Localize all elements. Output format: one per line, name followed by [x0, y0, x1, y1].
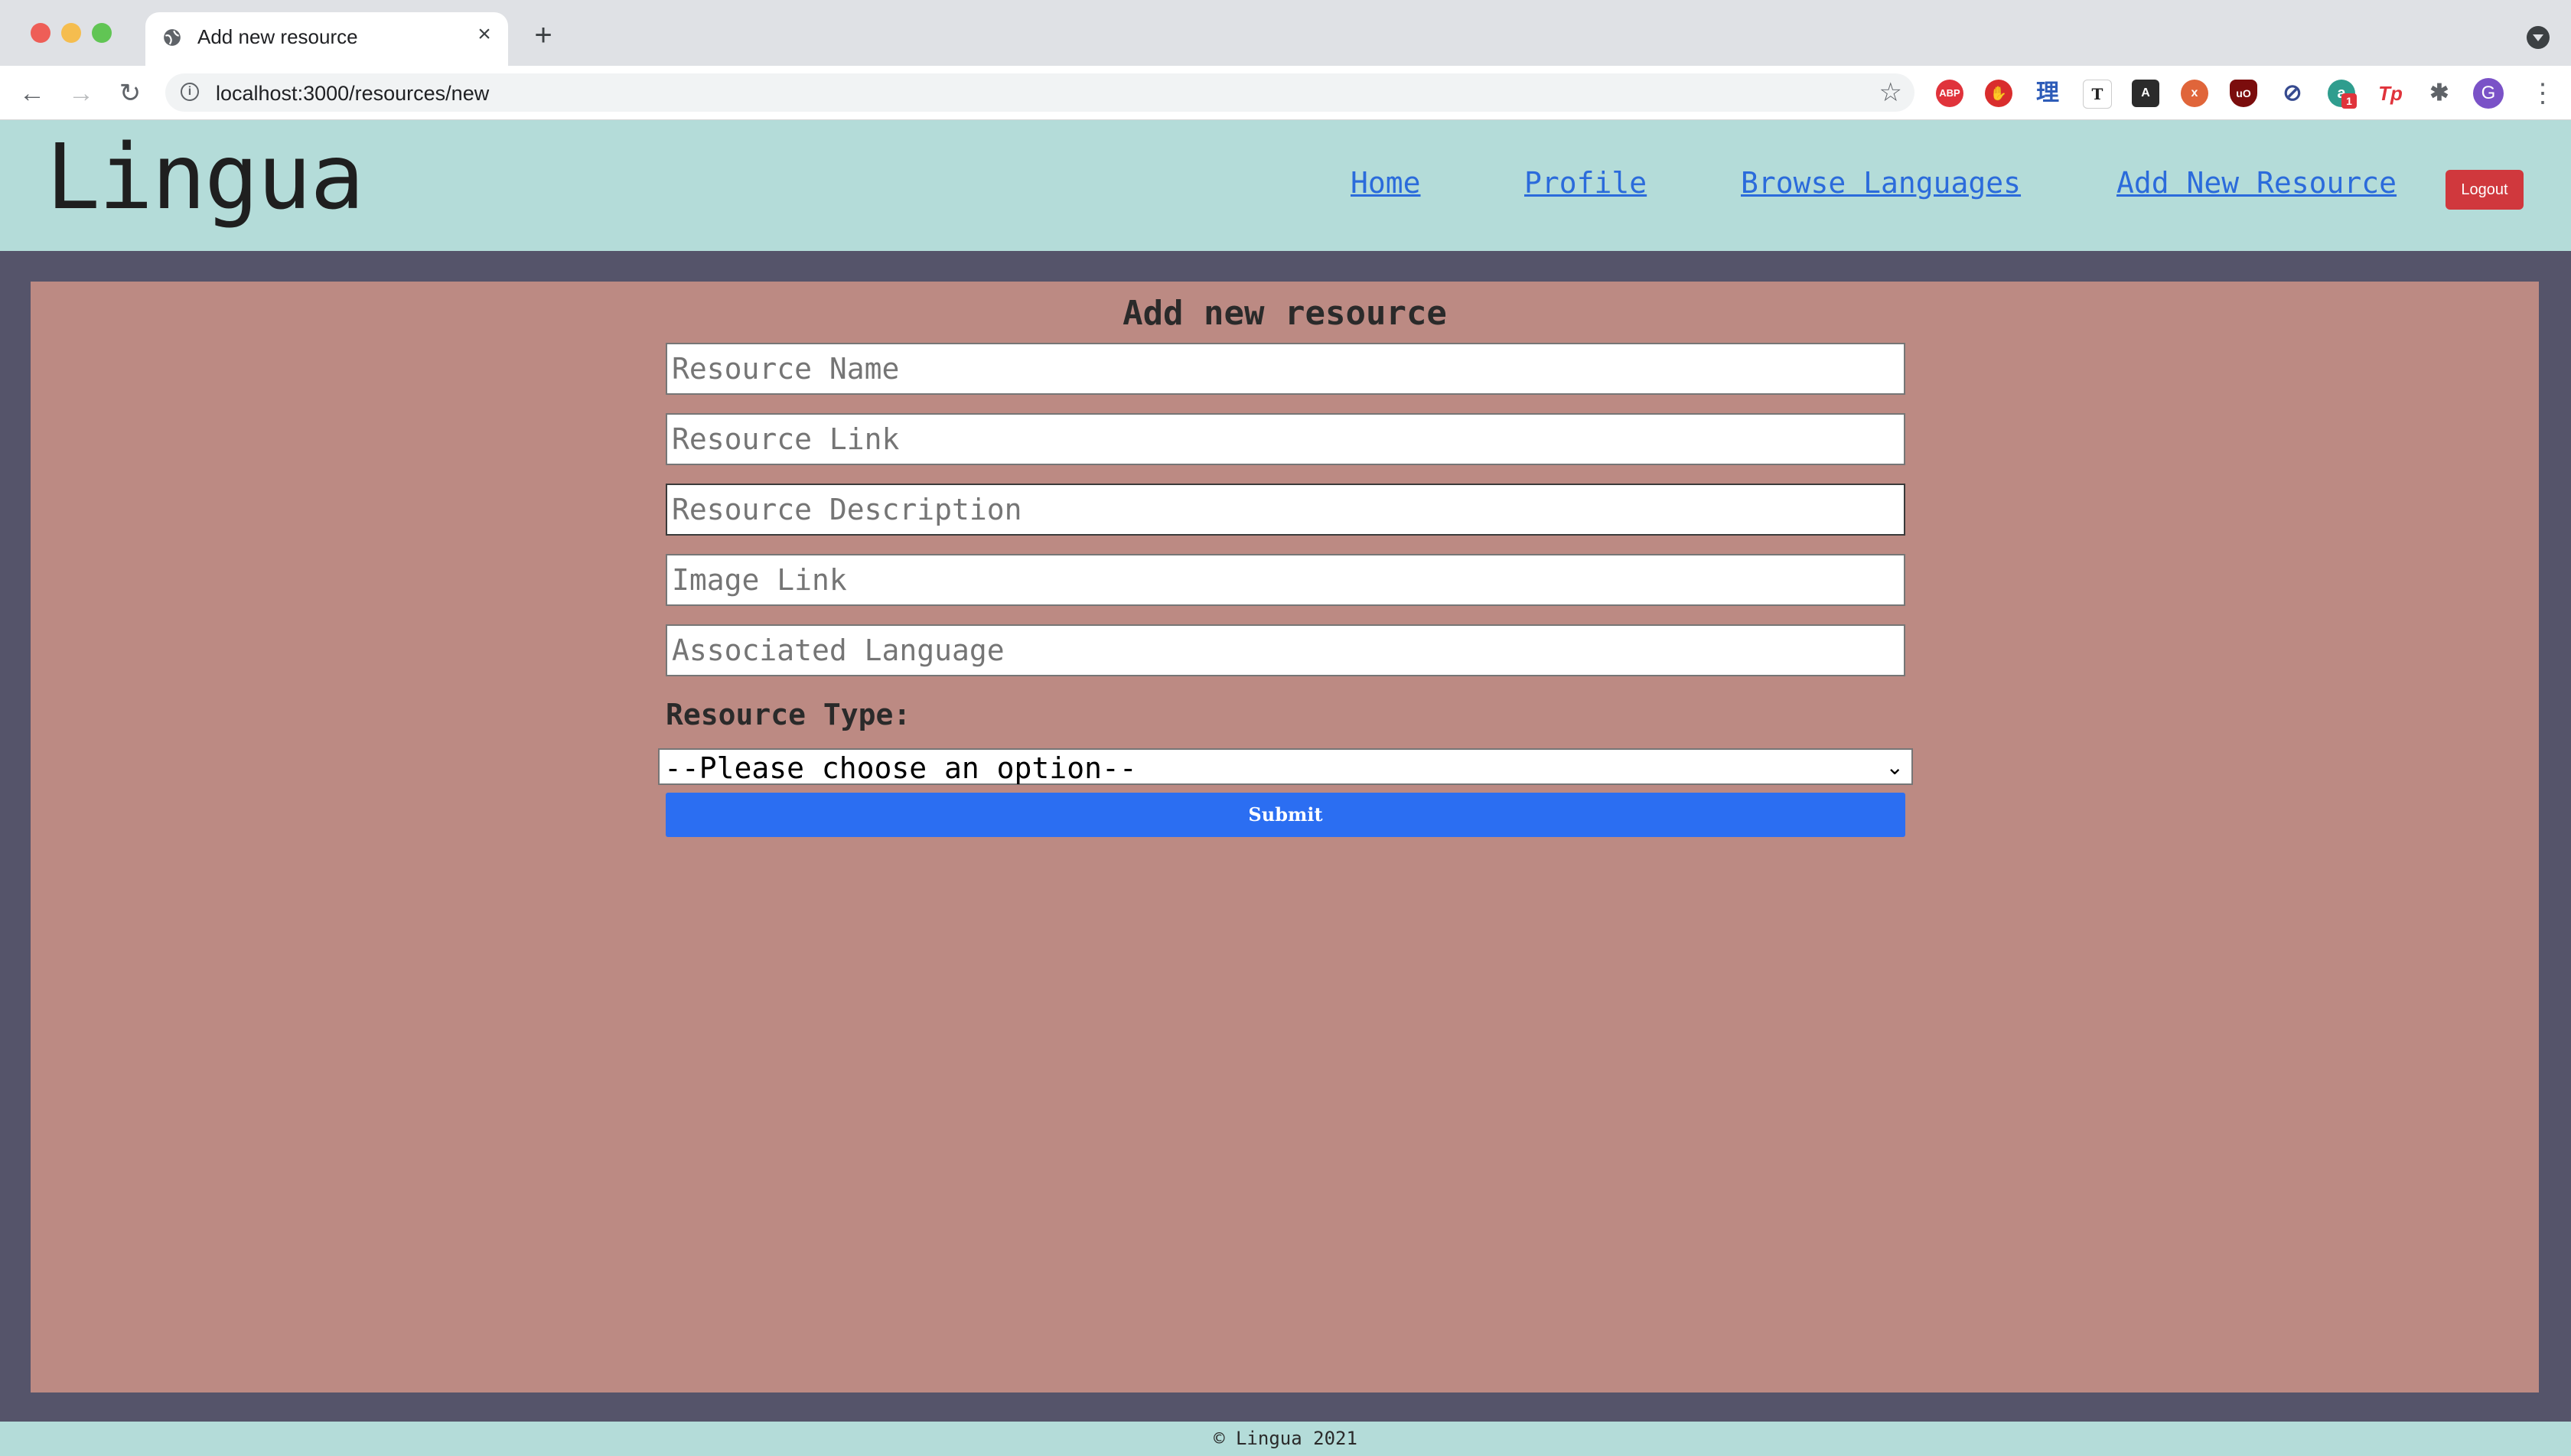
- info-icon[interactable]: i: [181, 83, 199, 101]
- site-header: Lingua Home Profile Browse Languages Add…: [0, 120, 2571, 251]
- resource-link-input[interactable]: Resource Link: [666, 413, 1905, 465]
- stop-extension-icon[interactable]: ✋: [1985, 80, 2012, 107]
- ublock-icon[interactable]: uO: [2230, 80, 2257, 107]
- image-link-input[interactable]: Image Link: [666, 554, 1905, 606]
- nav-home-link[interactable]: Home: [1351, 166, 1421, 200]
- resource-link-placeholder: Resource Link: [672, 422, 900, 456]
- site-logo[interactable]: Lingua: [46, 127, 364, 227]
- chinese-extension-icon[interactable]: 理: [2034, 80, 2061, 107]
- nav-profile-link[interactable]: Profile: [1524, 166, 1647, 200]
- resource-type-label: Resource Type:: [666, 698, 911, 731]
- puzzle-icon[interactable]: ✱: [2426, 80, 2453, 107]
- page-title: Add new resource: [1123, 294, 1447, 333]
- resource-name-input[interactable]: Resource Name: [666, 343, 1905, 395]
- footer: © Lingua 2021: [0, 1422, 2571, 1456]
- forward-arrow-icon[interactable]: →: [66, 78, 96, 109]
- block-extension-icon[interactable]: ⊘: [2279, 80, 2306, 107]
- resource-description-placeholder: Resource Description: [672, 493, 1022, 526]
- chevron-down-icon: ⌄: [1885, 755, 1904, 779]
- url-text[interactable]: localhost:3000/resources/new: [216, 82, 489, 106]
- tab-title: Add new resource: [197, 25, 358, 48]
- more-menu-icon[interactable]: ⋮: [2530, 80, 2556, 107]
- bookmark-star-icon[interactable]: ☆: [1879, 78, 1902, 107]
- browser-tab[interactable]: Add new resource ×: [145, 12, 508, 66]
- image-link-placeholder: Image Link: [672, 563, 847, 597]
- reload-icon[interactable]: ↻: [115, 78, 145, 109]
- resource-name-placeholder: Resource Name: [672, 352, 900, 386]
- a-extension-icon[interactable]: A: [2132, 80, 2159, 107]
- a-circle-extension-icon[interactable]: a 1: [2328, 80, 2357, 109]
- associated-language-input[interactable]: Associated Language: [666, 624, 1905, 676]
- back-arrow-icon[interactable]: ←: [17, 78, 47, 109]
- tab-search-button[interactable]: [2527, 26, 2550, 49]
- window-zoom-button[interactable]: [92, 23, 112, 43]
- submit-button[interactable]: Submit: [666, 793, 1905, 837]
- window-minimize-button[interactable]: [61, 23, 81, 43]
- tp-extension-icon[interactable]: Tp: [2377, 80, 2404, 107]
- window-close-button[interactable]: [31, 23, 51, 43]
- main-panel: Add new resource Resource Name Resource …: [31, 282, 2539, 1392]
- adblock-icon[interactable]: ABP: [1936, 80, 1963, 107]
- address-bar[interactable]: i localhost:3000/resources/new ☆: [165, 73, 1914, 112]
- resource-type-selected-value: --Please choose an option--: [664, 751, 1137, 785]
- resource-type-select[interactable]: --Please choose an option-- ⌄: [658, 748, 1913, 785]
- x-extension-icon[interactable]: x: [2181, 80, 2208, 107]
- new-tab-button[interactable]: +: [528, 20, 559, 50]
- text-extension-icon[interactable]: T: [2083, 80, 2112, 109]
- nav-browse-languages-link[interactable]: Browse Languages: [1741, 166, 2021, 200]
- globe-icon: [164, 29, 181, 46]
- associated-language-placeholder: Associated Language: [672, 634, 1005, 667]
- logout-button[interactable]: Logout: [2446, 170, 2524, 210]
- avatar[interactable]: G: [2473, 78, 2504, 109]
- close-icon[interactable]: ×: [471, 21, 497, 47]
- resource-description-input[interactable]: Resource Description: [666, 484, 1905, 536]
- extension-badge: 1: [2341, 93, 2357, 109]
- nav-add-resource-link[interactable]: Add New Resource: [2116, 166, 2397, 200]
- footer-copyright: © Lingua 2021: [1214, 1428, 1357, 1449]
- browser-tab-bar: Add new resource × +: [0, 0, 2571, 66]
